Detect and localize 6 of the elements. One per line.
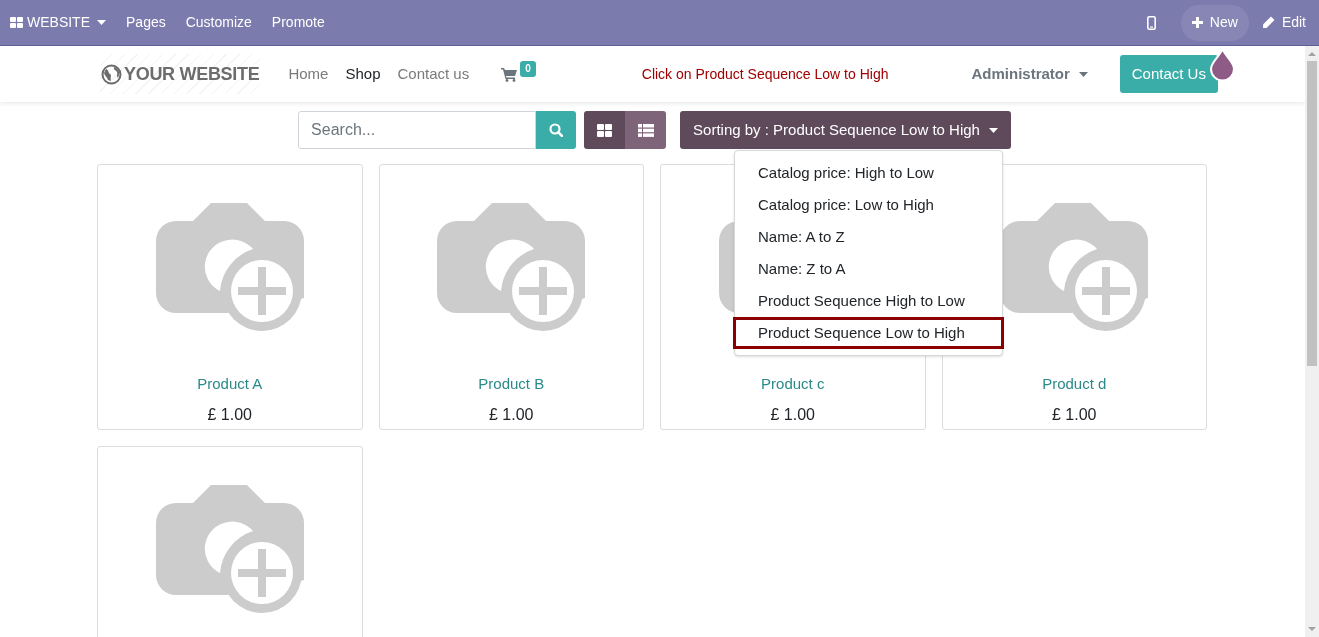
cart-count-badge: 0 <box>520 61 536 77</box>
product-price: £ 1.00 <box>770 404 815 425</box>
product-price: £ 1.00 <box>207 404 252 425</box>
instruction-text: Click on Product Sequence Low to High <box>641 64 889 84</box>
product-price: £ 1.00 <box>1052 404 1097 425</box>
product-price: £ 1.00 <box>489 404 534 425</box>
